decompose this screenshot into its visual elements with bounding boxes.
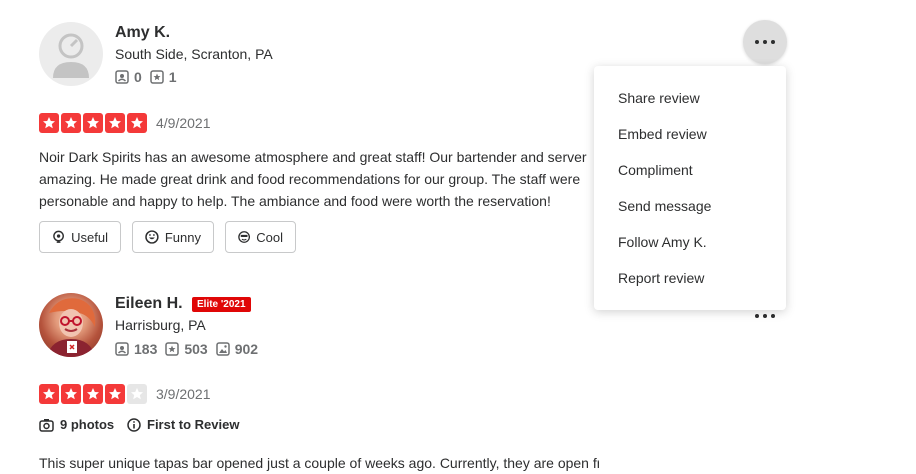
review-text-preview: This super unique tapas bar opened just … [39, 455, 599, 471]
funny-button[interactable]: Funny [132, 221, 214, 253]
menu-item-report-review[interactable]: Report review [594, 260, 786, 296]
avatar[interactable] [39, 22, 103, 86]
star-icon [39, 113, 59, 133]
first-to-review-badge: First to Review [127, 417, 239, 432]
review-text-line: amazing. He made great drink and food re… [39, 171, 581, 187]
cool-label: Cool [256, 229, 283, 245]
reviewer-name[interactable]: Amy K. [115, 24, 170, 42]
review-date: 4/9/2021 [156, 115, 211, 131]
friends-count: 0 [134, 69, 142, 85]
star-icon [127, 113, 147, 133]
review-text: Noir Dark Spirits has an awesome atmosph… [39, 146, 599, 212]
friends-icon [115, 342, 129, 356]
star-icon [127, 384, 147, 404]
menu-item-follow[interactable]: Follow Amy K. [594, 224, 786, 260]
star-icon [39, 384, 59, 404]
review-text-line: personable and happy to help. The ambian… [39, 193, 551, 209]
review-star-icon [150, 70, 164, 84]
review-text-line: Noir Dark Spirits has an awesome atmosph… [39, 149, 587, 165]
friends-stat: 0 [115, 69, 142, 85]
reviewer-stats: 183 503 902 [115, 341, 258, 357]
cool-button[interactable]: Cool [225, 221, 296, 253]
menu-item-embed-review[interactable]: Embed review [594, 116, 786, 152]
photos-count: 902 [234, 341, 259, 357]
reviewer-stats: 0 1 [115, 69, 177, 85]
lightbulb-icon [53, 230, 64, 243]
ellipsis-icon [755, 40, 775, 44]
menu-item-send-message[interactable]: Send message [594, 188, 786, 224]
star-icon [83, 384, 103, 404]
reviewer-name[interactable]: Eileen H. [115, 295, 183, 313]
star-icon [105, 113, 125, 133]
photo-icon [215, 342, 230, 356]
friends-stat: 183 [115, 341, 157, 357]
funny-label: Funny [164, 229, 201, 245]
star-icon [61, 113, 81, 133]
useful-button[interactable]: Useful [39, 221, 121, 253]
sunglasses-face-icon [238, 231, 251, 243]
useful-label: Useful [71, 229, 108, 245]
reviews-count: 1 [168, 69, 177, 85]
menu-item-share-review[interactable]: Share review [594, 80, 786, 116]
reviews-stat: 1 [150, 69, 177, 85]
camera-icon [39, 418, 54, 432]
reviewer-location: Harrisburg, PA [115, 317, 206, 333]
friends-count: 183 [134, 341, 158, 357]
photos-stat: 902 [215, 341, 259, 357]
menu-item-compliment[interactable]: Compliment [594, 152, 786, 188]
review-star-icon [165, 342, 180, 356]
reviewer-location: South Side, Scranton, PA [115, 46, 273, 62]
star-rating [39, 384, 147, 404]
more-options-button[interactable] [743, 20, 787, 64]
default-user-icon [53, 33, 89, 78]
friends-icon [115, 70, 129, 84]
funny-face-icon [145, 230, 159, 244]
first-to-review-label: First to Review [147, 417, 240, 432]
star-icon [105, 384, 125, 404]
elite-badge[interactable]: Elite '2021 [192, 297, 251, 312]
profile-photo [47, 298, 96, 357]
review-options-menu: Share review Embed review Compliment Sen… [594, 66, 786, 310]
star-icon [83, 113, 103, 133]
photos-label: 9 photos [60, 417, 115, 432]
info-circle-icon [127, 417, 141, 432]
photos-link[interactable]: 9 photos [39, 417, 114, 432]
reviews-stat: 503 [165, 341, 208, 357]
star-icon [61, 384, 81, 404]
review-date: 3/9/2021 [156, 386, 211, 402]
star-rating [39, 113, 147, 133]
avatar[interactable] [39, 293, 103, 357]
reviews-count: 503 [184, 341, 208, 357]
